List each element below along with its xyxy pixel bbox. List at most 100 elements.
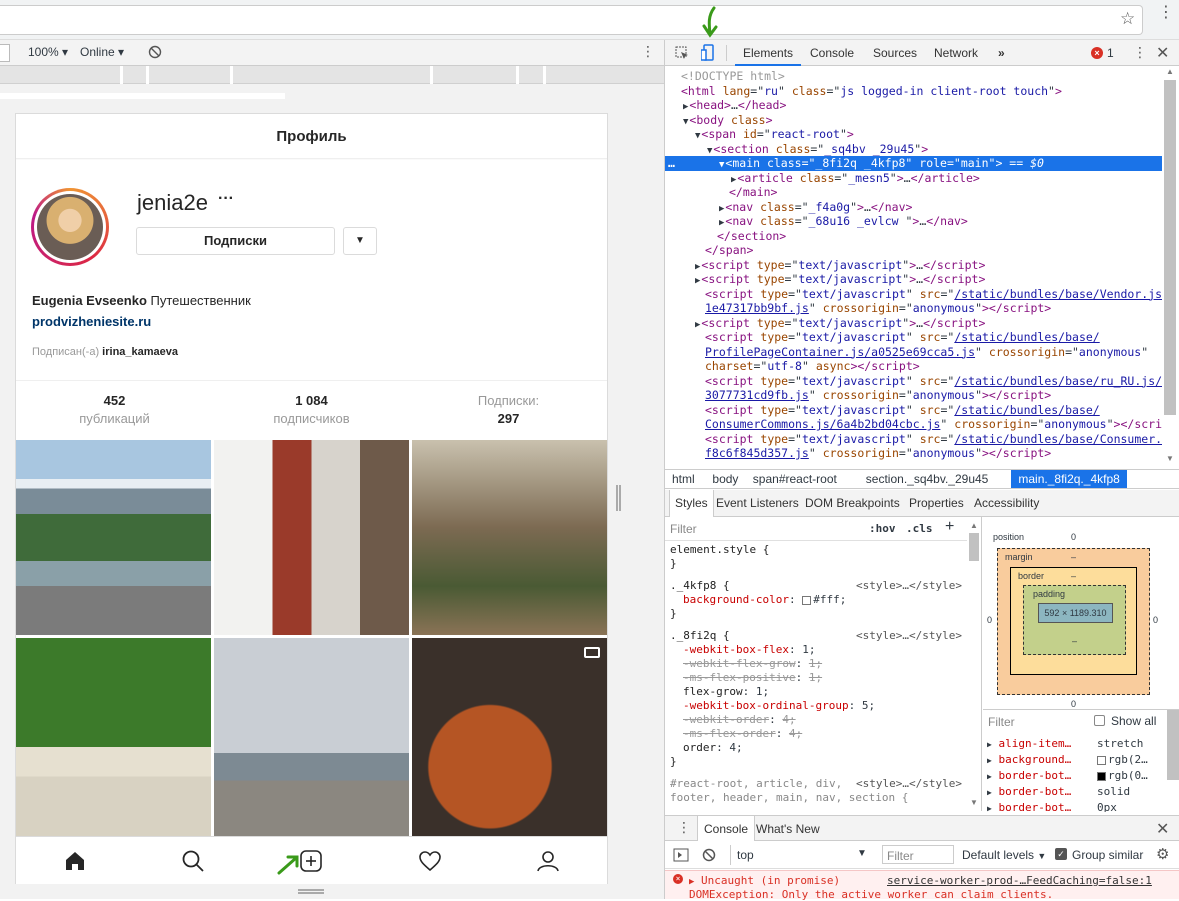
css-property[interactable]: order: 4;: [670, 741, 962, 755]
dom-node[interactable]: <script type="text/javascript" src="/sta…: [665, 432, 1162, 447]
photo-thumbnail[interactable]: [16, 440, 211, 635]
close-icon[interactable]: ✕: [1156, 819, 1169, 839]
network-throttle-select[interactable]: Online ▾: [80, 45, 124, 59]
subtab-dom-breakpoints[interactable]: DOM Breakpoints: [800, 490, 905, 517]
css-selector[interactable]: ._8fi2q {<style>…</style>: [670, 629, 962, 643]
hov-toggle[interactable]: :hov: [869, 522, 896, 535]
computed-property[interactable]: ▶ border-bot… solid: [987, 785, 1163, 799]
css-property[interactable]: -ms-flex-positive: 1;: [670, 671, 962, 685]
tab-network[interactable]: Network: [934, 40, 978, 66]
devtools-menu-icon[interactable]: ⋮: [1133, 44, 1147, 61]
tab-elements[interactable]: Elements: [735, 40, 802, 66]
computed-filter-input[interactable]: Filter: [988, 715, 1015, 729]
close-icon[interactable]: ✕: [1156, 43, 1169, 63]
dom-node[interactable]: ▼<body class>: [665, 113, 1162, 128]
dom-node[interactable]: ProfilePageContainer.js/a0525e69cca5.js"…: [665, 345, 1162, 360]
gear-icon[interactable]: ⚙: [1156, 845, 1169, 863]
breadcrumb-item[interactable]: main._8fi2q._4kfp8: [1011, 470, 1127, 488]
sidebar-toggle-icon[interactable]: [673, 848, 689, 862]
dom-node[interactable]: charset="utf-8" async></script>: [665, 359, 1162, 374]
scrollbar[interactable]: [1167, 710, 1179, 780]
dom-node[interactable]: <script type="text/javascript" src="/sta…: [665, 287, 1162, 302]
device-toggle-icon[interactable]: [701, 44, 715, 62]
dom-node[interactable]: ▶<article class="_mesn5">…</article>: [665, 171, 1162, 186]
computed-property[interactable]: ▶ background… rgb(2…: [987, 753, 1163, 767]
css-property[interactable]: -webkit-box-ordinal-group: 5;: [670, 699, 962, 713]
css-property[interactable]: -webkit-order: 4;: [670, 713, 962, 727]
breadcrumb-item[interactable]: body: [705, 470, 745, 488]
avatar[interactable]: [31, 188, 109, 266]
scrollbar[interactable]: [969, 533, 979, 561]
css-property[interactable]: -webkit-flex-grow: 1;: [670, 657, 962, 671]
styles-filter-input[interactable]: Filter: [670, 522, 697, 536]
dom-node[interactable]: ▼<section class="_sq4bv _29u45">: [665, 142, 1162, 157]
dom-node[interactable]: ▶<script type="text/javascript">…</scrip…: [665, 316, 1162, 331]
dom-node[interactable]: </span>: [665, 243, 1162, 258]
drawer-tab-console[interactable]: Console: [697, 816, 756, 841]
dom-node[interactable]: <script type="text/javascript" src="/sta…: [665, 374, 1162, 389]
dom-node[interactable]: ▼<span id="react-root">: [665, 127, 1162, 142]
computed-property[interactable]: ▶ border-bot… 0px: [987, 801, 1163, 812]
breadcrumb-item[interactable]: section._sq4bv._29u45: [859, 470, 996, 488]
stat-following[interactable]: Подписки: 297: [410, 393, 607, 426]
drawer-menu-icon[interactable]: ⋮: [677, 819, 691, 836]
scroll-up-icon[interactable]: ▲: [1166, 67, 1174, 76]
css-selector[interactable]: footer, header, main, nav, section {: [670, 791, 962, 805]
dom-node[interactable]: <!DOCTYPE html>: [665, 69, 1162, 84]
css-selector[interactable]: ._4kfp8 {<style>…</style>: [670, 579, 962, 593]
tab-sources[interactable]: Sources: [873, 40, 917, 66]
breadcrumb-item[interactable]: html: [665, 470, 702, 488]
css-property[interactable]: flex-grow: 1;: [670, 685, 962, 699]
cls-toggle[interactable]: .cls: [906, 522, 933, 535]
star-icon[interactable]: ☆: [1120, 9, 1135, 29]
computed-property[interactable]: ▶ align-item… stretch: [987, 737, 1163, 751]
css-source-link[interactable]: <style>…</style>: [856, 629, 962, 643]
scroll-down-icon[interactable]: ▼: [1166, 454, 1174, 463]
css-rule-close[interactable]: }: [670, 557, 962, 571]
device-width-input[interactable]: [0, 44, 10, 62]
profile-link[interactable]: prodvizheniesite.ru: [32, 314, 151, 329]
address-bar[interactable]: [0, 5, 1143, 35]
dom-node[interactable]: <html lang="ru" class="js logged-in clie…: [665, 84, 1162, 99]
inspect-element-icon[interactable]: [675, 46, 689, 60]
profile-icon[interactable]: [537, 850, 559, 872]
dom-node[interactable]: 1e47317bb9bf.js" crossorigin="anonymous"…: [665, 301, 1162, 316]
breadcrumb-item[interactable]: span#react-root: [746, 470, 844, 488]
subtab-accessibility[interactable]: Accessibility: [969, 490, 1044, 517]
dom-node[interactable]: <script type="text/javascript" src="/sta…: [665, 403, 1162, 418]
css-property[interactable]: background-color: #fff;: [670, 593, 962, 607]
dom-node[interactable]: ▶<nav class="_f4a0g">…</nav>: [665, 200, 1162, 215]
home-icon[interactable]: [64, 850, 86, 872]
following-button[interactable]: Подписки: [136, 227, 335, 255]
border-box[interactable]: border – padding 592 × 1189.310 –: [1010, 567, 1137, 675]
photo-thumbnail[interactable]: [16, 638, 211, 836]
css-source-link[interactable]: <style>…</style>: [856, 777, 962, 791]
photo-thumbnail[interactable]: [412, 638, 607, 836]
menu-dots-icon[interactable]: ⋮: [1158, 5, 1174, 21]
more-options-icon[interactable]: ···: [218, 190, 234, 208]
more-tabs-icon[interactable]: »: [998, 40, 1005, 66]
zoom-select[interactable]: 100% ▾: [28, 45, 68, 59]
error-source-link[interactable]: service-worker-prod-…FeedCaching=false:1: [887, 874, 1152, 887]
css-rule-close[interactable]: }: [670, 755, 962, 769]
content-box[interactable]: 592 × 1189.310: [1038, 603, 1113, 623]
padding-box[interactable]: padding 592 × 1189.310 –: [1023, 585, 1126, 655]
scrollbar[interactable]: [1164, 80, 1176, 415]
scroll-up-icon[interactable]: ▲: [970, 521, 978, 530]
drawer-tab-whats-new[interactable]: What's New: [756, 816, 820, 842]
tab-console[interactable]: Console: [810, 40, 854, 66]
dom-node-selected[interactable]: … ▼<main class="_8fi2q _4kfp8" role="main…: [665, 156, 1162, 171]
device-menu-icon[interactable]: ⋮: [641, 43, 655, 60]
dom-node[interactable]: ConsumerCommons.js/6a4b2bd04cbc.js" cros…: [665, 417, 1162, 432]
css-source-link[interactable]: <style>…</style>: [856, 579, 962, 593]
dom-node[interactable]: ▶<nav class="_68u16 _evlcw ">…</nav>: [665, 214, 1162, 229]
css-selector[interactable]: #react-root, article, div, <style>…</styl…: [670, 777, 962, 791]
dom-node[interactable]: <script type="text/javascript" src="/sta…: [665, 330, 1162, 345]
subtab-event-listeners[interactable]: Event Listeners: [711, 490, 804, 517]
log-levels-select[interactable]: Default levels ▼: [962, 848, 1046, 862]
group-similar-checkbox[interactable]: ✓: [1055, 848, 1067, 860]
css-rule-close[interactable]: }: [670, 607, 962, 621]
dom-node[interactable]: f8c6f845d357.js" crossorigin="anonymous"…: [665, 446, 1162, 461]
css-selector[interactable]: element.style {: [670, 543, 962, 557]
dom-node[interactable]: ▶<head>…</head>: [665, 98, 1162, 113]
